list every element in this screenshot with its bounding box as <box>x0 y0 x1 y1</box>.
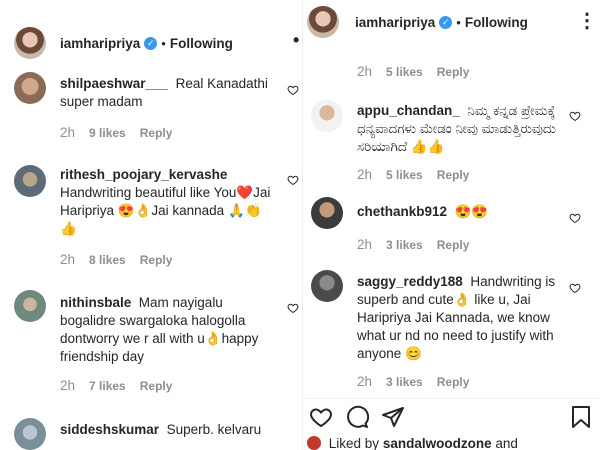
more-options-icon[interactable]: • <box>293 30 300 51</box>
avatar[interactable] <box>14 418 46 450</box>
share-icon[interactable] <box>381 405 405 429</box>
following-button[interactable]: Following <box>170 36 233 51</box>
avatar[interactable] <box>307 6 339 38</box>
comment-time: 2h <box>60 252 76 267</box>
verified-badge-icon: ✓ <box>439 15 453 29</box>
comment-text: saggy_reddy188 Handwriting is superb and… <box>357 273 569 363</box>
comment-text: chethankb912 😍😍 <box>357 203 567 221</box>
reply-button[interactable]: Reply <box>437 168 470 182</box>
comment-meta: 2h 3 likes Reply <box>357 237 483 252</box>
liked-by-text: Liked by sandalwoodzone and <box>307 436 518 450</box>
comment-meta: 2h 7 likes Reply <box>60 378 186 393</box>
comment-likes[interactable]: 5 likes <box>386 65 423 79</box>
heart-icon[interactable] <box>569 212 581 224</box>
reply-button[interactable]: Reply <box>437 375 470 389</box>
comment-text: siddeshskumar Superb. kelvaru <box>60 421 285 439</box>
post-username[interactable]: iamharipriya <box>355 15 435 30</box>
comment-body: 😍😍 <box>454 204 489 219</box>
liked-by-suffix: and <box>495 436 518 450</box>
comment-likes[interactable]: 5 likes <box>386 168 423 182</box>
avatar[interactable] <box>14 27 46 59</box>
comment-username[interactable]: appu_chandan_ <box>357 103 460 118</box>
separator-dot: • <box>161 35 166 51</box>
comment-meta: 2h 8 likes Reply <box>60 252 186 267</box>
comment-meta: 2h 5 likes Reply <box>357 64 483 79</box>
reply-button[interactable]: Reply <box>140 126 173 140</box>
comment-time: 2h <box>357 167 373 182</box>
comment-meta: 2h 9 likes Reply <box>60 125 186 140</box>
comment-body: Superb. kelvaru <box>166 422 262 437</box>
more-options-icon[interactable]: ⋮ <box>577 8 598 33</box>
heart-icon[interactable] <box>309 405 333 429</box>
heart-icon[interactable] <box>287 302 299 314</box>
post-username[interactable]: iamharipriya <box>60 36 140 51</box>
comment-icon[interactable] <box>345 405 369 429</box>
comment-text: nithinsbale Mam nayigalu bogalidre swarg… <box>60 294 282 366</box>
heart-icon[interactable] <box>287 174 299 186</box>
comment-likes[interactable]: 7 likes <box>89 379 126 393</box>
left-post-panel: iamharipriya ✓ • Following • shilpaeshwa… <box>0 0 303 450</box>
comment-username[interactable]: shilpaeshwar___ <box>60 76 168 91</box>
avatar[interactable] <box>311 100 343 132</box>
right-post-header: iamharipriya ✓ • Following <box>307 4 600 40</box>
verified-badge-icon: ✓ <box>144 36 158 50</box>
comment-time: 2h <box>357 64 373 79</box>
right-post-panel: iamharipriya ✓ • Following ⋮ 2h 5 likes Re… <box>305 0 600 450</box>
avatar[interactable] <box>14 165 46 197</box>
comment-time: 2h <box>60 125 76 140</box>
heart-icon[interactable] <box>287 84 299 96</box>
left-post-header: iamharipriya ✓ • Following <box>14 25 303 61</box>
liked-by-username[interactable]: sandalwoodzone <box>383 436 492 450</box>
avatar[interactable] <box>311 270 343 302</box>
comment-time: 2h <box>60 378 76 393</box>
comment-likes[interactable]: 3 likes <box>386 238 423 252</box>
comment-text: rithesh_poojary_kervashe Handwriting bea… <box>60 166 280 238</box>
bookmark-icon[interactable] <box>570 405 592 429</box>
avatar[interactable] <box>14 72 46 104</box>
comment-likes[interactable]: 3 likes <box>386 375 423 389</box>
avatar[interactable] <box>14 290 46 322</box>
comment-username[interactable]: saggy_reddy188 <box>357 274 463 289</box>
comment-text: shilpaeshwar___ Real Kanadathi super mad… <box>60 75 280 111</box>
comment-likes[interactable]: 8 likes <box>89 253 126 267</box>
comment-username[interactable]: chethankb912 <box>357 204 447 219</box>
post-actions-bar <box>305 398 600 434</box>
comment-meta: 2h 5 likes Reply <box>357 167 483 182</box>
comment-body: Handwriting beautiful like You❤️Jai Hari… <box>60 185 271 236</box>
comment-meta: 2h 3 likes Reply <box>357 374 483 389</box>
comment-username[interactable]: rithesh_poojary_kervashe <box>60 167 227 182</box>
liked-by-prefix: Liked by <box>328 436 380 450</box>
separator-dot: • <box>456 14 461 30</box>
avatar[interactable] <box>311 197 343 229</box>
comment-username[interactable]: nithinsbale <box>60 295 131 310</box>
comment-time: 2h <box>357 374 373 389</box>
comment-likes[interactable]: 9 likes <box>89 126 126 140</box>
liker-avatar <box>307 436 321 450</box>
heart-icon[interactable] <box>569 282 581 294</box>
reply-button[interactable]: Reply <box>437 65 470 79</box>
reply-button[interactable]: Reply <box>140 253 173 267</box>
reply-button[interactable]: Reply <box>437 238 470 252</box>
reply-button[interactable]: Reply <box>140 379 173 393</box>
comment-username[interactable]: siddeshskumar <box>60 422 159 437</box>
comment-text: appu_chandan_ ನಿಮ್ಮ ಕನ್ನಡ ಪ್ರೇಮಕ್ಕೆ ಧನ್ಯ… <box>357 102 567 156</box>
comment-time: 2h <box>357 237 373 252</box>
heart-icon[interactable] <box>569 110 581 122</box>
following-button[interactable]: Following <box>465 15 528 30</box>
